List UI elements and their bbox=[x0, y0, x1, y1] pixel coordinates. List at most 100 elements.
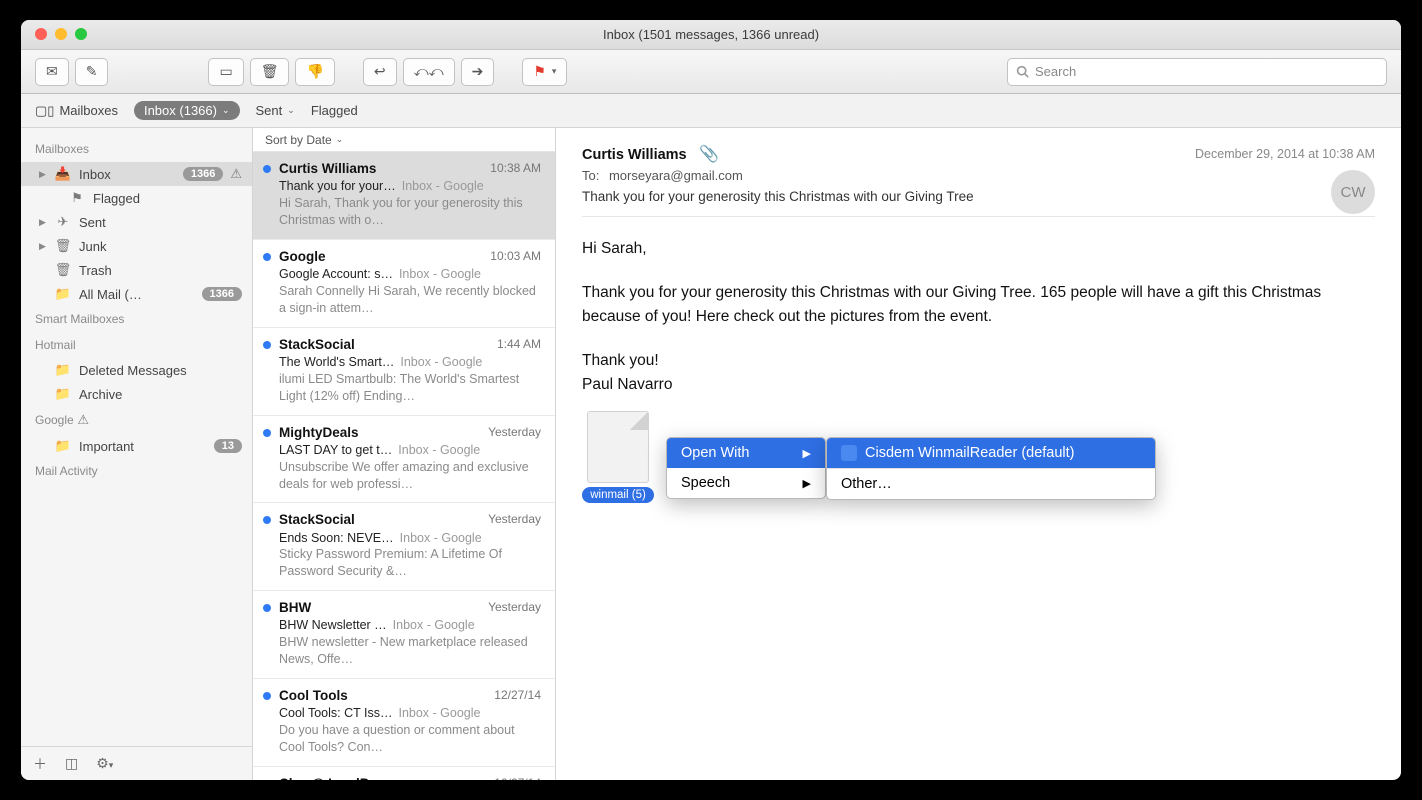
folder-icon: 🗑 bbox=[54, 238, 72, 254]
message-from: Google bbox=[279, 248, 326, 266]
message-preview: Do you have a question or comment about … bbox=[279, 722, 541, 756]
reply-button[interactable]: ↩ bbox=[363, 58, 397, 86]
sidebar-item-label: Trash bbox=[79, 263, 242, 278]
minimize-window-button[interactable] bbox=[55, 28, 67, 40]
sidebar-item-label: Junk bbox=[79, 239, 242, 254]
disclosure-triangle-icon: ▶ bbox=[39, 241, 47, 252]
zoom-window-button[interactable] bbox=[75, 28, 87, 40]
message-from: Clay @ LeadPages bbox=[279, 775, 399, 780]
sidebar: Mailboxes▶📥Inbox1366⚠⚑Flagged▶✈Sent▶🗑Jun… bbox=[21, 128, 253, 780]
ctx-app-default[interactable]: Cisdem WinmailReader (default) bbox=[827, 438, 1155, 468]
window-title: Inbox (1501 messages, 1366 unread) bbox=[603, 27, 819, 42]
sidebar-item-label: Inbox bbox=[79, 167, 176, 182]
message-row[interactable]: StackSocial1:44 AMThe World's Smart…Inbo… bbox=[253, 328, 555, 416]
archive-button[interactable]: ▭ bbox=[208, 58, 243, 86]
action-menu-button[interactable]: ⚙︎▾ bbox=[96, 755, 113, 772]
attachment-icon: 📎 bbox=[699, 146, 719, 163]
reader-date: December 29, 2014 at 10:38 AM bbox=[1195, 147, 1375, 161]
attachment[interactable]: winmail (5) bbox=[582, 411, 654, 503]
folder-icon: 📁 bbox=[54, 386, 72, 402]
sidebar-item[interactable]: ▶ 🗑 Junk bbox=[21, 234, 252, 258]
unread-dot-icon bbox=[263, 165, 271, 173]
reply-all-button[interactable]: ⤺⤺ bbox=[403, 58, 455, 86]
unread-badge: 13 bbox=[214, 439, 242, 453]
sidebar-item[interactable]: 🗑 Trash bbox=[21, 258, 252, 282]
chevron-down-icon: ▾ bbox=[552, 66, 557, 77]
sidebar-item[interactable]: ▶📥Inbox1366⚠ bbox=[21, 162, 252, 186]
alert-icon: ⚠ bbox=[230, 166, 242, 182]
attachment-label: winmail (5) bbox=[582, 487, 654, 503]
sidebar-item[interactable]: 📁All Mail (…1366 bbox=[21, 282, 252, 306]
sidebar-section-header: Google ⚠ bbox=[21, 406, 252, 434]
fav-flagged[interactable]: Flagged bbox=[311, 103, 358, 118]
get-mail-button[interactable]: ✉ bbox=[35, 58, 69, 86]
message-date: Yesterday bbox=[488, 511, 541, 529]
message-subject: The World's Smart… bbox=[279, 354, 394, 371]
message-preview: Sarah Connelly Hi Sarah, We recently blo… bbox=[279, 283, 541, 317]
message-subject: BHW Newsletter … bbox=[279, 617, 387, 634]
message-row[interactable]: MightyDealsYesterdayLAST DAY to get t…In… bbox=[253, 416, 555, 504]
reader-to[interactable]: morseyara@gmail.com bbox=[609, 168, 743, 183]
context-menu[interactable]: Open With ▶ Speech ▶ bbox=[666, 437, 826, 499]
folder-icon: 📁 bbox=[54, 286, 72, 302]
sidebar-item[interactable]: ▶✈Sent bbox=[21, 210, 252, 234]
fav-sent[interactable]: Sent ⌄ bbox=[256, 103, 295, 118]
sidebar-item[interactable]: 📁Important13 bbox=[21, 434, 252, 458]
reader-from: Curtis Williams bbox=[582, 147, 687, 163]
message-row[interactable]: BHWYesterdayBHW Newsletter …Inbox - Goog… bbox=[253, 591, 555, 679]
sidebar-item-label: Flagged bbox=[93, 191, 242, 206]
message-from: StackSocial bbox=[279, 336, 355, 354]
traffic-lights bbox=[35, 28, 87, 40]
sidebar-item[interactable]: ⚑Flagged bbox=[21, 186, 252, 210]
unread-dot-icon bbox=[263, 516, 271, 524]
mailboxes-toggle[interactable]: ▢▯ Mailboxes bbox=[35, 103, 118, 119]
sidebar-item-label: Important bbox=[79, 439, 207, 454]
ctx-open-with[interactable]: Open With ▶ bbox=[667, 438, 825, 468]
folder-icon: 📥 bbox=[54, 166, 72, 182]
sidebar-footer: ＋ ◫ ⚙︎▾ bbox=[21, 746, 252, 780]
message-row[interactable]: Clay @ LeadPages 12/27/14 bbox=[253, 767, 555, 780]
ctx-speech[interactable]: Speech ▶ bbox=[667, 468, 825, 498]
add-mailbox-button[interactable]: ＋ bbox=[33, 754, 47, 774]
sidebar-item-label: All Mail (… bbox=[79, 287, 195, 302]
open-with-submenu[interactable]: Cisdem WinmailReader (default) Other… bbox=[826, 437, 1156, 500]
folder-icon: ✈ bbox=[54, 214, 72, 230]
message-date: Yesterday bbox=[488, 424, 541, 442]
app-icon bbox=[841, 445, 857, 461]
ctx-other[interactable]: Other… bbox=[827, 469, 1155, 499]
compose-button[interactable]: ✎ bbox=[75, 58, 109, 86]
junk-button[interactable]: 👎 bbox=[295, 58, 334, 86]
delete-button[interactable]: 🗑 bbox=[250, 58, 290, 86]
forward-button[interactable]: ➔ bbox=[461, 58, 495, 86]
message-preview: ilumi LED Smartbulb: The World's Smartes… bbox=[279, 371, 541, 405]
sidebar-item-label: Archive bbox=[79, 387, 242, 402]
folder-icon: 📁 bbox=[54, 362, 72, 378]
message-row[interactable]: StackSocialYesterdayEnds Soon: NEVE…Inbo… bbox=[253, 503, 555, 591]
search-icon bbox=[1016, 65, 1029, 78]
sidebar-section-header: Mailboxes bbox=[21, 136, 252, 162]
message-row[interactable]: Google10:03 AMGoogle Account: s…Inbox - … bbox=[253, 240, 555, 328]
sidebar-item[interactable]: 📁 Archive bbox=[21, 382, 252, 406]
fav-inbox-pill[interactable]: Inbox (1366) ⌄ bbox=[134, 101, 240, 120]
message-row[interactable]: Curtis Williams10:38 AMThank you for you… bbox=[253, 152, 555, 240]
message-date: 10:38 AM bbox=[490, 160, 541, 178]
message-location: Inbox - Google bbox=[398, 442, 480, 459]
search-input[interactable]: Search bbox=[1007, 58, 1387, 86]
flag-button[interactable]: ⚑ ▾ bbox=[522, 58, 567, 86]
avatar: CW bbox=[1331, 170, 1375, 214]
message-preview: Unsubscribe We offer amazing and exclusi… bbox=[279, 459, 541, 493]
message-date: 12/27/14 bbox=[494, 775, 541, 780]
disclosure-triangle-icon: ▶ bbox=[39, 217, 47, 228]
message-row[interactable]: Cool Tools12/27/14Cool Tools: CT Iss…Inb… bbox=[253, 679, 555, 767]
message-preview: Sticky Password Premium: A Lifetime Of P… bbox=[279, 546, 541, 580]
close-window-button[interactable] bbox=[35, 28, 47, 40]
sidebar-item[interactable]: 📁Deleted Messages bbox=[21, 358, 252, 382]
reader-to-line: To: morseyara@gmail.com bbox=[582, 168, 1375, 183]
show-activity-button[interactable]: ◫ bbox=[65, 755, 78, 772]
mail-window: Inbox (1501 messages, 1366 unread) ✉ ✎ ▭… bbox=[21, 20, 1401, 780]
search-placeholder: Search bbox=[1035, 64, 1076, 79]
sort-button[interactable]: Sort by Date ⌄ bbox=[253, 128, 555, 152]
message-from: StackSocial bbox=[279, 511, 355, 529]
folder-icon: 🗑 bbox=[54, 262, 72, 278]
sidebar-section-header: Smart Mailboxes bbox=[21, 306, 252, 332]
